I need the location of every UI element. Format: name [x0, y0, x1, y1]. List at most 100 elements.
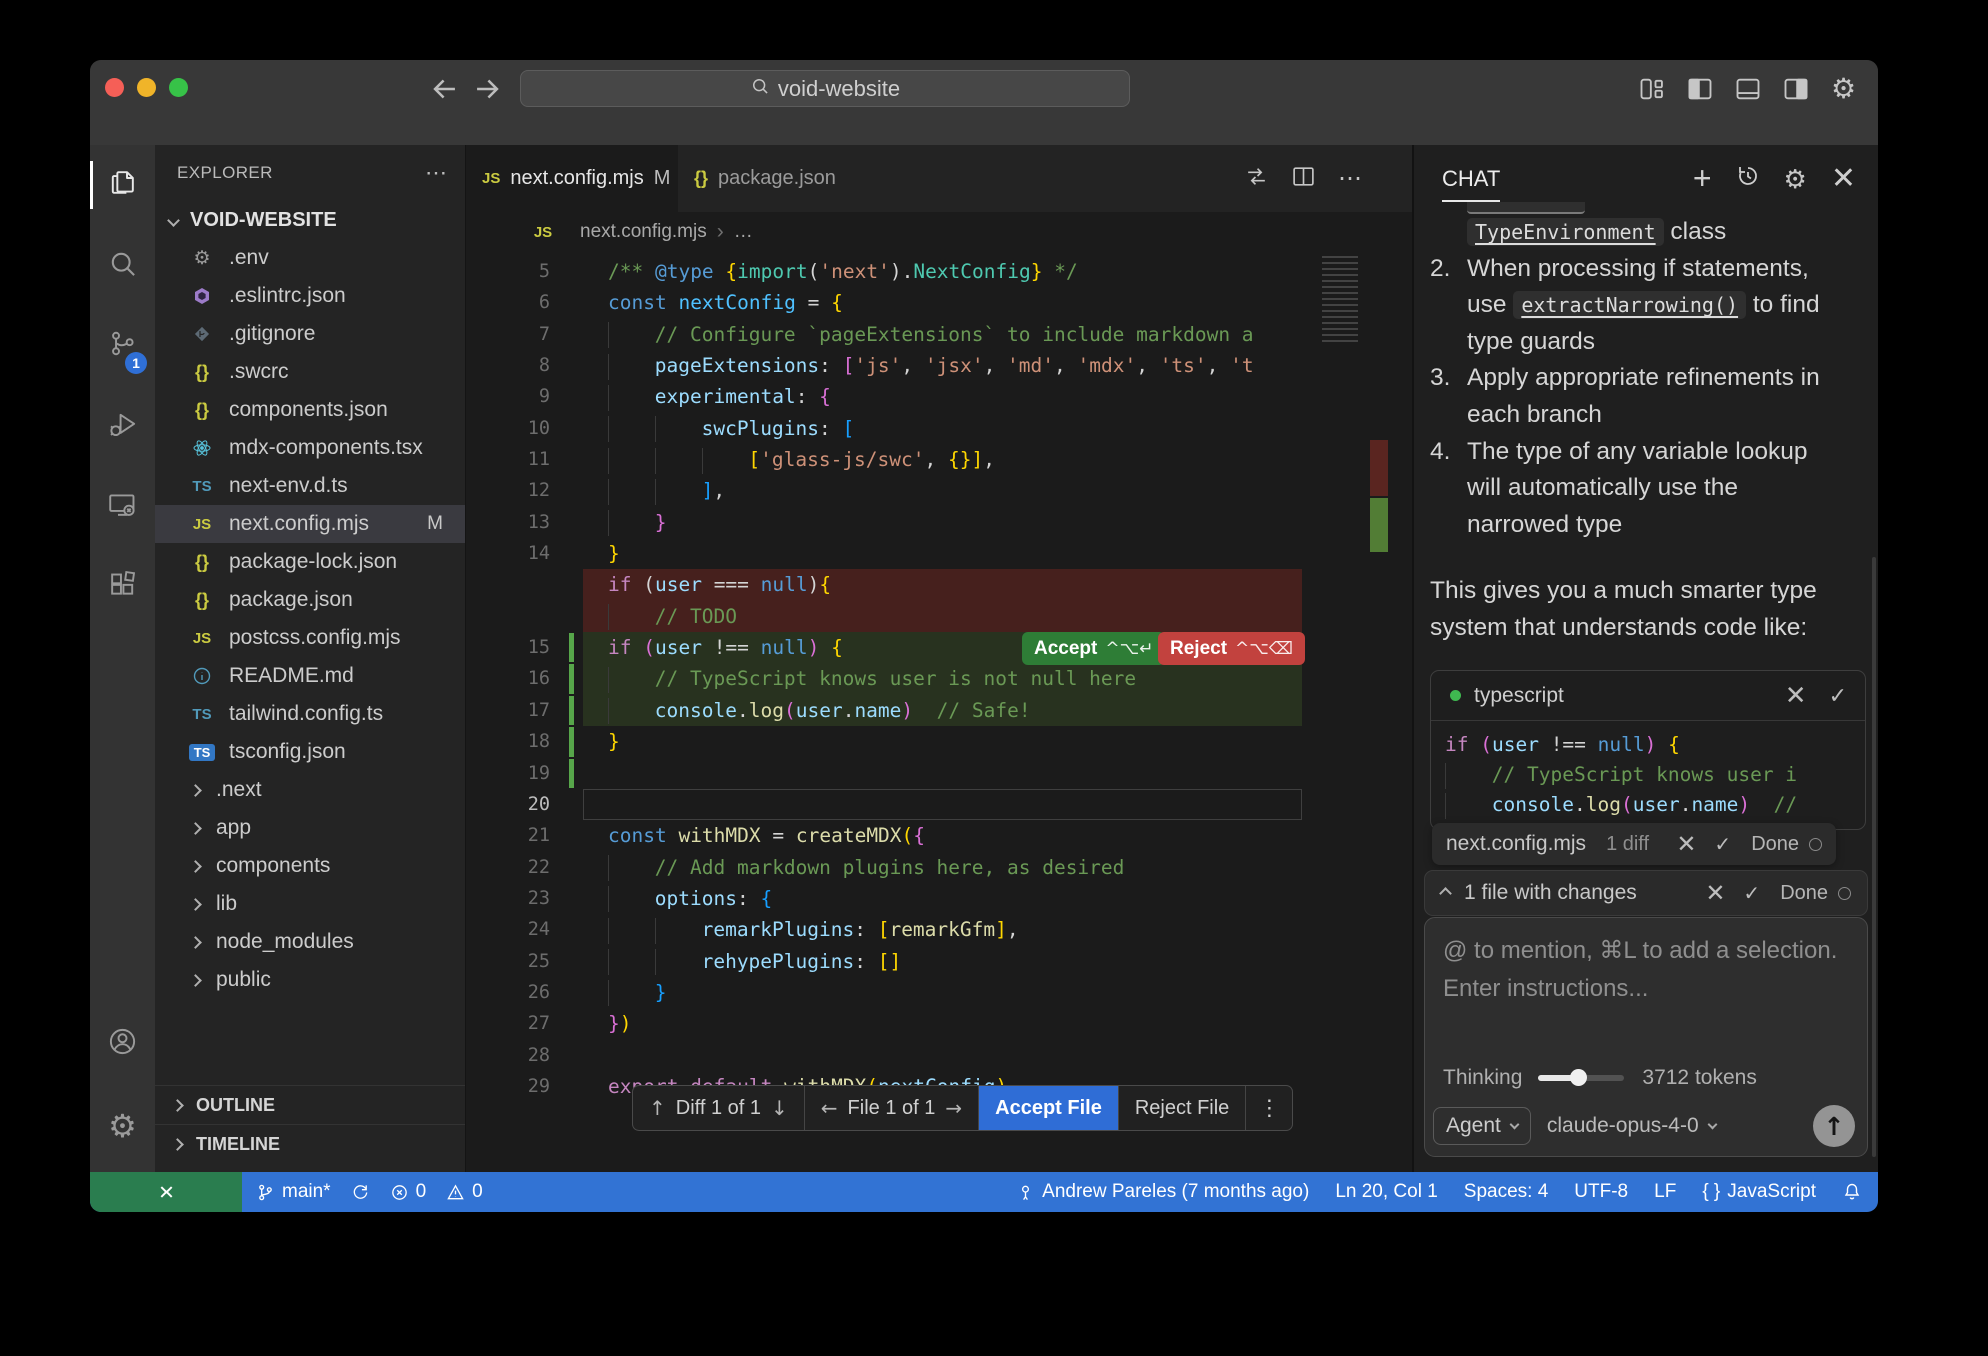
minimap[interactable]: [1322, 256, 1358, 344]
remote-indicator[interactable]: [90, 1172, 242, 1212]
file-item[interactable]: node_modules: [155, 923, 465, 961]
activity-item-account[interactable]: [90, 1003, 155, 1085]
code-line[interactable]: 7// Configure `pageExtensions` to includ…: [466, 319, 1412, 350]
file-item[interactable]: ⚙.env: [155, 239, 465, 277]
tab-package-json[interactable]: {} package.json: [678, 145, 866, 212]
code-line[interactable]: 16// TypeScript knows user is not null h…: [466, 663, 1412, 694]
activity-item-extensions[interactable]: [90, 548, 155, 629]
notifications-bell-icon[interactable]: [1842, 1182, 1862, 1202]
workspace-root-folder[interactable]: VOID-WEBSITE: [155, 201, 465, 239]
file-item[interactable]: JSnext.config.mjsM: [155, 505, 465, 543]
inline-code-chip[interactable]: TypeEnvironment: [1467, 218, 1664, 246]
thinking-slider[interactable]: [1538, 1075, 1624, 1081]
accept-all-icon[interactable]: ✓: [1743, 881, 1760, 906]
chat-scrollbar[interactable]: [1872, 557, 1876, 1157]
code-line[interactable]: // TODO: [466, 601, 1412, 632]
model-select[interactable]: claude-opus-4-0: [1547, 1114, 1813, 1138]
sync-button[interactable]: [351, 1183, 370, 1202]
files-with-changes-bar[interactable]: 1 file with changes ✕ ✓ Done: [1424, 870, 1868, 916]
code-line[interactable]: 18}: [466, 726, 1412, 757]
send-button[interactable]: ↑: [1813, 1105, 1855, 1147]
diff-counter[interactable]: ↑ Diff 1 of 1 ↓: [633, 1086, 805, 1130]
reject-file-button[interactable]: Reject File: [1119, 1086, 1246, 1130]
code-line[interactable]: 24remarkPlugins: [remarkGfm],: [466, 914, 1412, 945]
diffbar-more-icon[interactable]: ⋮: [1246, 1086, 1292, 1130]
reject-all-icon[interactable]: ✕: [1705, 879, 1725, 908]
back-icon[interactable]: [428, 72, 462, 106]
file-item[interactable]: mdx-components.tsx: [155, 429, 465, 467]
breadcrumb[interactable]: JS next.config.mjs › …: [466, 212, 1412, 252]
inline-code-chip[interactable]: extractNarrowing(): [1513, 291, 1746, 319]
accept-file-button[interactable]: Accept File: [979, 1086, 1119, 1130]
blame-item[interactable]: Andrew Pareles (7 months ago): [1016, 1181, 1309, 1203]
code-line[interactable]: 19: [466, 758, 1412, 789]
indentation[interactable]: Spaces: 4: [1464, 1181, 1549, 1203]
done-radio-icon[interactable]: [1838, 887, 1851, 900]
activity-item-files[interactable]: [90, 145, 155, 226]
settings-gear-icon[interactable]: ⚙: [1827, 72, 1860, 105]
activity-item-settings[interactable]: ⚙: [90, 1085, 155, 1167]
eol[interactable]: LF: [1654, 1181, 1676, 1203]
collapse-icon[interactable]: [1439, 887, 1452, 900]
chat-settings-icon[interactable]: ⚙: [1784, 166, 1807, 192]
split-editor-icon[interactable]: [1291, 164, 1316, 194]
chat-input-box[interactable]: @ to mention, ⌘L to add a selection.Ente…: [1424, 917, 1868, 1157]
maximize-window-button[interactable]: [169, 78, 188, 97]
reject-diff-button[interactable]: Reject^⌥⌫: [1158, 632, 1305, 665]
forward-icon[interactable]: [470, 72, 504, 106]
chat-tab[interactable]: CHAT: [1442, 166, 1500, 192]
git-branch-item[interactable]: main*: [256, 1181, 331, 1203]
mode-select[interactable]: Agent: [1433, 1107, 1531, 1145]
file-item[interactable]: {}package-lock.json: [155, 543, 465, 581]
history-icon[interactable]: [1736, 164, 1760, 193]
toggle-sidebar-right-icon[interactable]: [1779, 72, 1812, 105]
file-counter[interactable]: ← File 1 of 1 →: [805, 1086, 979, 1130]
file-item[interactable]: components: [155, 847, 465, 885]
activity-item-source-control[interactable]: 1: [90, 306, 155, 387]
layout-customize-icon[interactable]: [1635, 72, 1668, 105]
code-line[interactable]: 25rehypePlugins: []: [466, 946, 1412, 977]
timeline-section[interactable]: TIMELINE: [155, 1124, 465, 1163]
code-line[interactable]: 21const withMDX = createMDX({: [466, 820, 1412, 851]
close-chat-icon[interactable]: ✕: [1831, 161, 1856, 196]
cursor-position[interactable]: Ln 20, Col 1: [1335, 1181, 1437, 1203]
reject-block-icon[interactable]: ✕: [1785, 680, 1807, 711]
file-item[interactable]: .next: [155, 771, 465, 809]
file-item[interactable]: app: [155, 809, 465, 847]
activity-item-search[interactable]: [90, 226, 155, 307]
editor-more-actions-icon[interactable]: ⋯: [1338, 164, 1363, 193]
reject-file-icon[interactable]: ✕: [1676, 830, 1696, 859]
file-item[interactable]: TStsconfig.json: [155, 733, 465, 771]
code-line[interactable]: 20: [466, 789, 1412, 820]
minimize-window-button[interactable]: [137, 78, 156, 97]
file-item[interactable]: .eslintrc.json: [155, 277, 465, 315]
file-item[interactable]: README.md: [155, 657, 465, 695]
changed-file-row[interactable]: next.config.mjs 1 diff ✕ ✓ Done: [1432, 823, 1836, 865]
toggle-sidebar-left-icon[interactable]: [1683, 72, 1716, 105]
accept-file-icon[interactable]: ✓: [1714, 832, 1731, 857]
errors-item[interactable]: 0: [390, 1181, 427, 1203]
code-line[interactable]: 28: [466, 1040, 1412, 1071]
outline-section[interactable]: OUTLINE: [155, 1085, 465, 1124]
file-item[interactable]: lib: [155, 885, 465, 923]
new-chat-icon[interactable]: +: [1693, 160, 1712, 197]
warnings-item[interactable]: 0: [446, 1181, 483, 1203]
code-line[interactable]: 12],: [466, 475, 1412, 506]
code-line[interactable]: 26}: [466, 977, 1412, 1008]
code-line[interactable]: 27}): [466, 1008, 1412, 1039]
activity-item-remote[interactable]: [90, 467, 155, 548]
slider-knob[interactable]: [1570, 1069, 1587, 1086]
code-line[interactable]: if (user === null){: [466, 569, 1412, 600]
file-item[interactable]: .gitignore: [155, 315, 465, 353]
code-line[interactable]: 9experimental: {: [466, 381, 1412, 412]
toggle-panel-icon[interactable]: [1731, 72, 1764, 105]
explorer-actions-icon[interactable]: ⋯: [425, 160, 449, 186]
tab-next-config[interactable]: JS next.config.mjs M ✕: [466, 145, 678, 212]
file-item[interactable]: {}components.json: [155, 391, 465, 429]
code-line[interactable]: 10swcPlugins: [: [466, 413, 1412, 444]
open-changes-icon[interactable]: [1244, 164, 1269, 194]
code-line[interactable]: 13}: [466, 507, 1412, 538]
done-radio-icon[interactable]: [1809, 838, 1822, 851]
accept-block-icon[interactable]: ✓: [1829, 683, 1847, 709]
file-item[interactable]: TSnext-env.d.ts: [155, 467, 465, 505]
